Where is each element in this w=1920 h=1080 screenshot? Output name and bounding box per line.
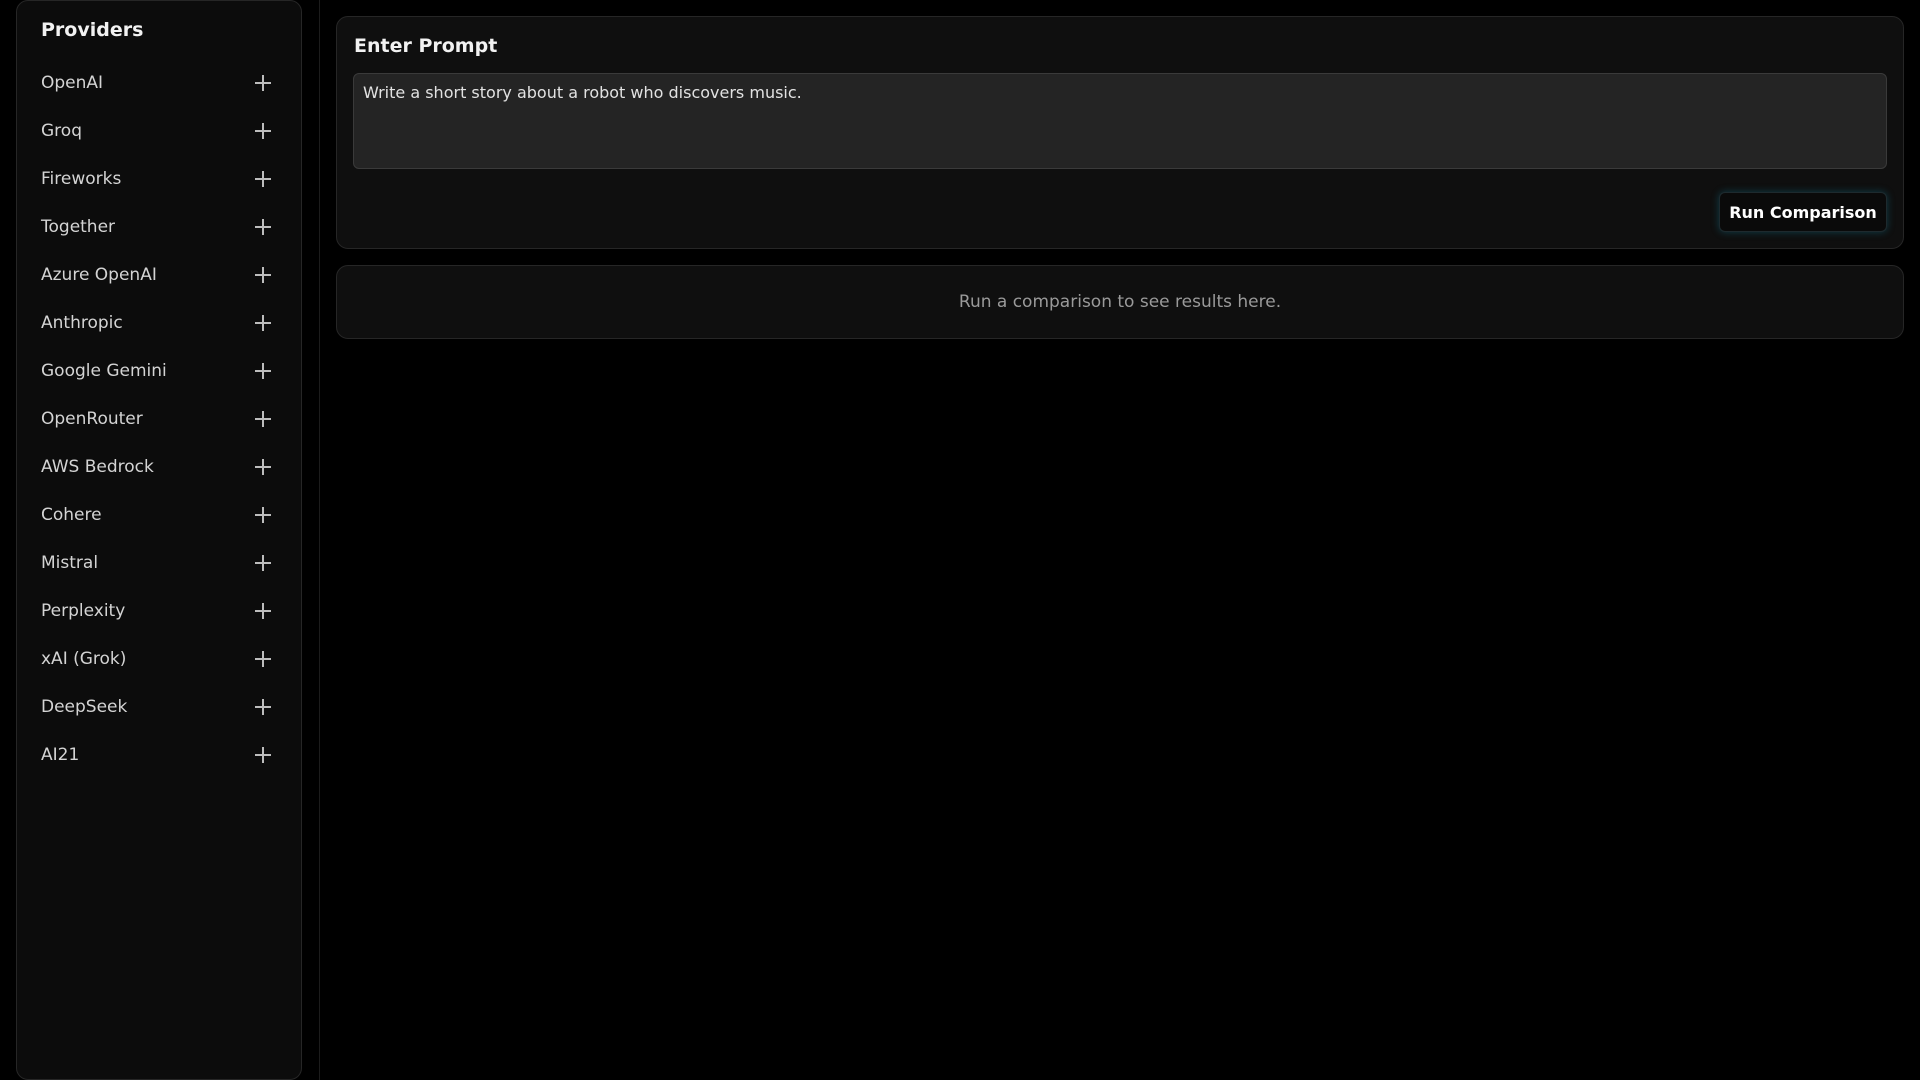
sidebar-item-label: Fireworks — [41, 169, 122, 189]
sidebar-item-label: Cohere — [41, 505, 102, 525]
sidebar-item-groq[interactable]: Groq — [17, 107, 301, 155]
sidebar-item-label: Google Gemini — [41, 361, 167, 381]
sidebar-item-label: AWS Bedrock — [41, 457, 154, 477]
prompt-title: Enter Prompt — [354, 35, 498, 57]
sidebar-item-perplexity[interactable]: Perplexity — [17, 587, 301, 635]
plus-icon[interactable] — [255, 555, 271, 571]
plus-icon[interactable] — [255, 267, 271, 283]
sidebar-item-label: OpenAI — [41, 73, 104, 93]
prompt-input[interactable]: Write a short story about a robot who di… — [353, 73, 1887, 169]
sidebar-item-openrouter[interactable]: OpenRouter — [17, 395, 301, 443]
plus-icon[interactable] — [255, 459, 271, 475]
sidebar-item-fireworks[interactable]: Fireworks — [17, 155, 301, 203]
app-root: Providers OpenAI Groq Fireworks Together Azu… — [0, 0, 1920, 1080]
prompt-card: Enter Prompt Write a short story about a… — [336, 16, 1904, 249]
sidebar-item-label: xAI (Grok) — [41, 649, 127, 669]
sidebar-item-label: AI21 — [41, 745, 80, 765]
sidebar-item-azure-openai[interactable]: Azure OpenAI — [17, 251, 301, 299]
sidebar-item-label: OpenRouter — [41, 409, 143, 429]
sidebar-item-aws-bedrock[interactable]: AWS Bedrock — [17, 443, 301, 491]
sidebar-item-mistral[interactable]: Mistral — [17, 539, 301, 587]
plus-icon[interactable] — [255, 75, 271, 91]
panel-divider — [319, 0, 320, 1080]
sidebar-item-xai-grok[interactable]: xAI (Grok) — [17, 635, 301, 683]
sidebar-item-label: DeepSeek — [41, 697, 128, 717]
plus-icon[interactable] — [255, 603, 271, 619]
sidebar-item-ai21[interactable]: AI21 — [17, 731, 301, 779]
sidebar-item-label: Groq — [41, 121, 82, 141]
sidebar-item-together[interactable]: Together — [17, 203, 301, 251]
plus-icon[interactable] — [255, 315, 271, 331]
plus-icon[interactable] — [255, 507, 271, 523]
sidebar-item-openai[interactable]: OpenAI — [17, 59, 301, 107]
plus-icon[interactable] — [255, 651, 271, 667]
sidebar-item-google-gemini[interactable]: Google Gemini — [17, 347, 301, 395]
results-placeholder: Run a comparison to see results here. — [958, 292, 1282, 312]
sidebar-item-label: Anthropic — [41, 313, 123, 333]
providers-sidebar: Providers OpenAI Groq Fireworks Together Azu… — [16, 0, 302, 1080]
sidebar-item-label: Together — [41, 217, 116, 237]
results-card: Run a comparison to see results here. — [336, 265, 1904, 339]
sidebar-item-label: Azure OpenAI — [41, 265, 157, 285]
plus-icon[interactable] — [255, 123, 271, 139]
plus-icon[interactable] — [255, 363, 271, 379]
sidebar-item-cohere[interactable]: Cohere — [17, 491, 301, 539]
plus-icon[interactable] — [255, 219, 271, 235]
provider-list: OpenAI Groq Fireworks Together Azure OpenAI A… — [17, 59, 301, 779]
plus-icon[interactable] — [255, 411, 271, 427]
sidebar-item-label: Perplexity — [41, 601, 126, 621]
plus-icon[interactable] — [255, 699, 271, 715]
run-comparison-button[interactable]: Run Comparison — [1719, 192, 1887, 232]
plus-icon[interactable] — [255, 171, 271, 187]
sidebar-item-label: Mistral — [41, 553, 99, 573]
sidebar-item-deepseek[interactable]: DeepSeek — [17, 683, 301, 731]
plus-icon[interactable] — [255, 747, 271, 763]
sidebar-title: Providers — [41, 19, 144, 41]
sidebar-item-anthropic[interactable]: Anthropic — [17, 299, 301, 347]
